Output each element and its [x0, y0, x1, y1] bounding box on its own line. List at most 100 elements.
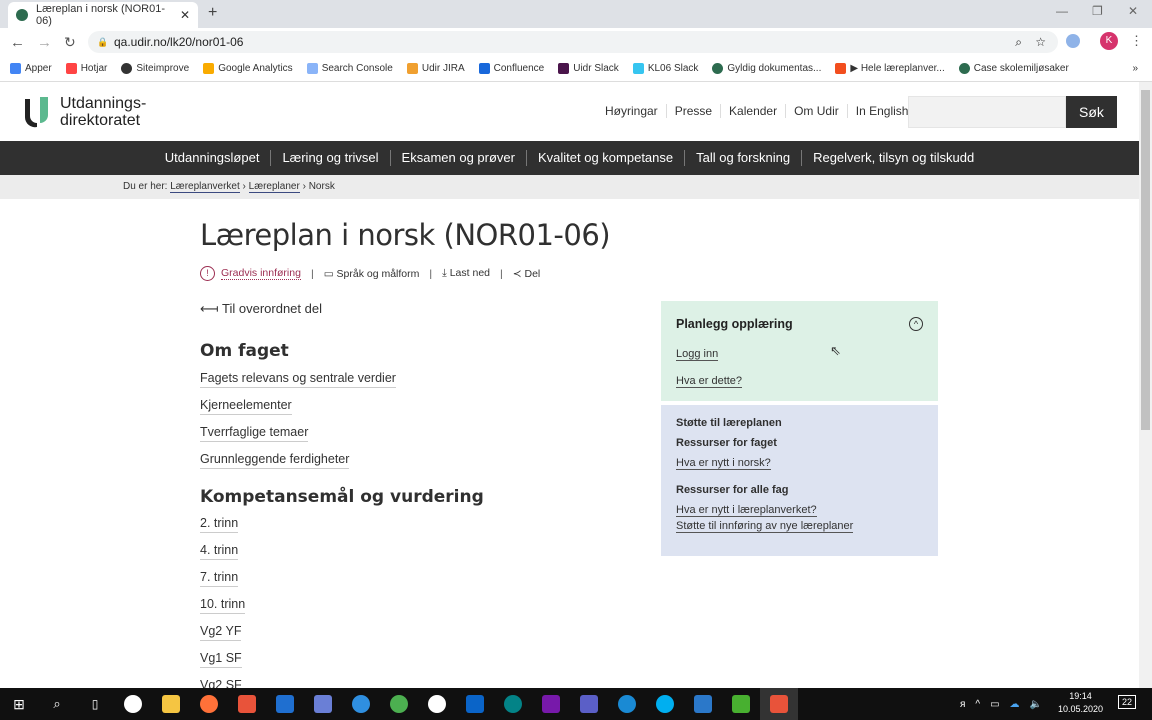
browser-tab[interactable]: Læreplan i norsk (NOR01-06) ✕	[8, 2, 198, 28]
bookmark[interactable]: Search Console	[306, 62, 393, 74]
grade-link[interactable]: 2. trinn	[200, 515, 239, 533]
app-blue-icon[interactable]	[266, 688, 304, 720]
nav-item[interactable]: Regelverk, tilsyn og tilskudd	[801, 150, 985, 166]
grade-link[interactable]: 7. trinn	[200, 569, 239, 587]
profile-avatar[interactable]: K	[1100, 32, 1118, 50]
what-is-this-link[interactable]: Hva er dette?	[676, 375, 743, 388]
grade-link[interactable]: Vg2 YF	[200, 623, 242, 641]
file-explorer-icon[interactable]	[152, 688, 190, 720]
zoom-icon[interactable]: ⌕	[1015, 31, 1022, 53]
bookmarks-bar: Apper Hotjar Siteimprove Google Analytic…	[0, 56, 1152, 82]
edge-icon[interactable]	[608, 688, 646, 720]
extension-icon[interactable]	[1066, 34, 1080, 48]
app-doc-icon[interactable]	[304, 688, 342, 720]
breadcrumb-current: Norsk	[308, 181, 335, 192]
bookmark[interactable]: Google Analytics	[203, 62, 293, 74]
util-link[interactable]: In English	[846, 104, 917, 118]
bookmark[interactable]: Hotjar	[65, 62, 107, 74]
outlook-icon[interactable]	[456, 688, 494, 720]
scrollbar-thumb[interactable]	[1141, 90, 1150, 430]
speech-icon: ▭	[323, 267, 334, 280]
minimize-icon[interactable]: —	[1056, 4, 1068, 18]
clock[interactable]: 19:14 10.05.2020	[1058, 690, 1103, 716]
breadcrumb-link[interactable]: Læreplanverket	[170, 181, 240, 193]
search-button[interactable]: Søk	[1066, 96, 1117, 128]
plan-title: Planlegg opplæring	[676, 317, 793, 331]
resource-link[interactable]: Hva er nytt i norsk?	[676, 457, 771, 470]
download-button[interactable]: ⤓ Last ned	[442, 267, 490, 280]
notifications-icon[interactable]: 22	[1118, 695, 1137, 709]
google-app-icon[interactable]	[114, 688, 152, 720]
bookmark[interactable]: Udir JIRA	[406, 62, 465, 74]
share-button[interactable]: ≺ Del	[513, 268, 541, 280]
util-link[interactable]: Høyringar	[597, 104, 666, 118]
close-tab-icon[interactable]: ✕	[180, 8, 190, 22]
collapse-icon[interactable]: ^	[909, 317, 923, 331]
nav-item[interactable]: Utdanningsløpet	[154, 150, 271, 166]
onenote-icon[interactable]	[532, 688, 570, 720]
nav-item[interactable]: Kvalitet og kompetanse	[525, 150, 684, 166]
chrome-icon[interactable]	[380, 688, 418, 720]
bookmark[interactable]: Uidr Slack	[558, 62, 619, 74]
site-search-input[interactable]	[908, 96, 1066, 128]
url-input[interactable]: 🔒 qa.udir.no/lk20/nor01-06 ⌕ ☆	[88, 31, 1058, 53]
teams-icon[interactable]	[570, 688, 608, 720]
bookmark[interactable]: Confluence	[478, 62, 544, 74]
section-link[interactable]: Kjerneelementer	[200, 397, 292, 415]
bookmark[interactable]: Case skolemiljøsaker	[958, 62, 1069, 74]
utility-links: Høyringar Presse Kalender Om Udir In Eng…	[597, 104, 916, 118]
star-icon[interactable]: ☆	[1035, 31, 1046, 53]
forward-icon[interactable]: →	[37, 34, 52, 51]
restore-icon[interactable]: ❐	[1092, 4, 1103, 18]
grade-link[interactable]: Vg1 SF	[200, 650, 242, 668]
nav-item[interactable]: Eksamen og prøver	[389, 150, 526, 166]
sharepoint-icon[interactable]	[494, 688, 532, 720]
close-window-icon[interactable]: ✕	[1128, 4, 1138, 18]
grade-link[interactable]: 4. trinn	[200, 542, 239, 560]
bookmark[interactable]: Apper	[10, 62, 52, 74]
util-link[interactable]: Om Udir	[785, 104, 847, 118]
grade-link[interactable]: 10. trinn	[200, 596, 246, 614]
back-icon[interactable]: ←	[10, 34, 25, 51]
udir-logo[interactable]: Utdannings-direktoratet	[22, 95, 146, 129]
edge-legacy-icon[interactable]	[342, 688, 380, 720]
support-title: Støtte til læreplanen	[676, 417, 782, 429]
bookmark[interactable]: ▶ Hele læreplanver...	[835, 62, 945, 74]
bookmark[interactable]: Gyldig dokumentas...	[712, 62, 821, 74]
arrow-left-icon: ⟻	[200, 301, 219, 316]
nav-item[interactable]: Læring og trivsel	[270, 150, 389, 166]
new-tab-button[interactable]: +	[208, 4, 217, 22]
gradvis-innforing-button[interactable]: ! Gradvis innføring	[200, 266, 301, 281]
logo-text: direktoratet	[60, 112, 141, 129]
resources-all-title: Ressurser for alle fag	[676, 484, 789, 496]
search-icon[interactable]: ⌕	[38, 688, 76, 720]
slack-icon[interactable]	[418, 688, 456, 720]
menu-icon[interactable]: ⋮	[1130, 33, 1143, 49]
section-link[interactable]: Tverrfaglige temaer	[200, 424, 309, 442]
more-bookmarks[interactable]: »	[1132, 63, 1138, 74]
resource-link[interactable]: Støtte til innføring av nye læreplaner	[676, 520, 854, 533]
bookmark[interactable]: Siteimprove	[121, 62, 189, 74]
app-s-icon[interactable]	[228, 688, 266, 720]
util-link[interactable]: Kalender	[720, 104, 785, 118]
camtasia-green-icon[interactable]	[722, 688, 760, 720]
language-button[interactable]: ▭ Språk og målform	[324, 268, 420, 280]
reload-icon[interactable]: ↻	[64, 34, 76, 51]
login-link[interactable]: Logg inn	[676, 348, 719, 361]
util-link[interactable]: Presse	[665, 104, 720, 118]
bookmark[interactable]: KL06 Slack	[632, 62, 698, 74]
taskbar: ⊞ ⌕ ▯ ᴙ ^ ▭ ☁ 🔈	[0, 688, 1152, 720]
section-link[interactable]: Grunnleggende ferdigheter	[200, 451, 350, 469]
breadcrumb-link[interactable]: Læreplaner	[248, 181, 300, 193]
system-tray[interactable]: ᴙ ^ ▭ ☁ 🔈	[960, 699, 1042, 710]
section-link[interactable]: Fagets relevans og sentrale verdier	[200, 370, 396, 388]
app-s-blue-icon[interactable]	[684, 688, 722, 720]
task-view-icon[interactable]: ▯	[76, 688, 114, 720]
back-link[interactable]: ⟻ Til overordnet del	[200, 301, 322, 317]
start-icon[interactable]: ⊞	[0, 688, 38, 720]
camtasia-red-icon[interactable]	[760, 688, 798, 720]
resource-link[interactable]: Hva er nytt i læreplanverket?	[676, 504, 817, 517]
nav-item[interactable]: Tall og forskning	[684, 150, 801, 166]
skype-icon[interactable]	[646, 688, 684, 720]
firefox-icon[interactable]	[190, 688, 228, 720]
